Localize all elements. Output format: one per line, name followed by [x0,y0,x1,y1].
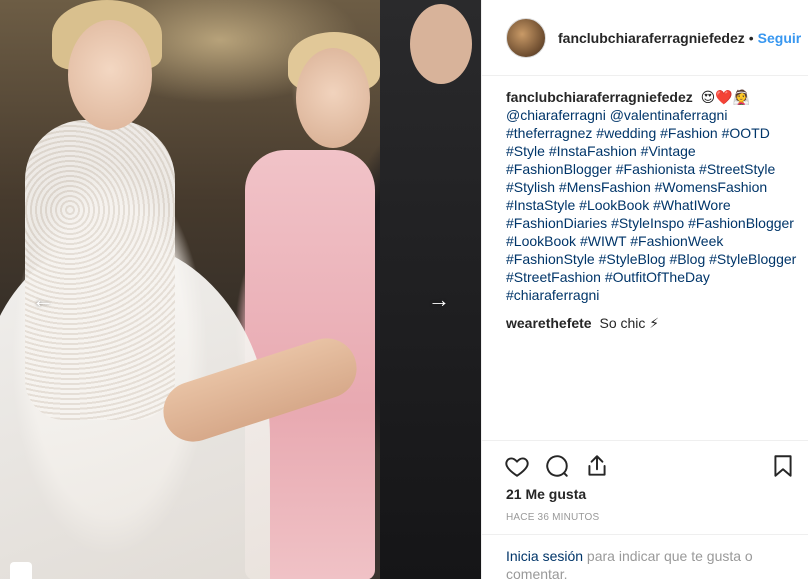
post-timestamp[interactable]: HACE 36 MINUTOS [506,512,599,523]
hashtag-link[interactable]: #WomensFashion [655,179,768,195]
hashtag-link[interactable]: #chiaraferragni [506,287,599,303]
hashtag-link[interactable]: #Style [506,143,545,159]
follow-button[interactable]: Seguir [758,30,802,46]
hashtag-link[interactable]: #InstaFashion [549,143,637,159]
photo-face [68,20,152,130]
comment-author[interactable]: wearethefete [506,315,592,331]
post-photo[interactable]: ← → [0,0,481,579]
post-sidebar: fanclubchiaraferragniefedez • Seguir fan… [481,0,808,582]
hashtag-link[interactable]: #StreetStyle [699,161,775,177]
hashtag-link[interactable]: #FashionBlogger [506,161,612,177]
hashtag-link[interactable]: #Blog [669,251,705,267]
post-header: fanclubchiaraferragniefedez • Seguir [482,0,808,76]
hashtag-link[interactable]: #WhatIWore [653,197,731,213]
hashtag-link[interactable]: #wedding [596,125,656,141]
header-username[interactable]: fanclubchiaraferragniefedez [558,30,745,46]
bookmark-icon[interactable] [770,453,796,479]
comment-item: wearethefete So chic ⚡ [506,314,798,332]
login-link[interactable]: Inicia sesión [506,548,583,564]
action-bar [482,440,808,488]
caption-author[interactable]: fanclubchiaraferragniefedez [506,89,693,105]
avatar[interactable] [506,17,546,58]
caption-emoji: 😍❤️👰 [700,89,751,105]
photo-figure-man-face [410,4,472,84]
share-icon[interactable] [584,453,610,479]
caption-hashtags: #theferragnez #wedding #Fashion #OOTD #S… [506,125,796,303]
hashtag-link[interactable]: #StyleBlogger [709,251,796,267]
hashtag-link[interactable]: #WIWT [580,233,626,249]
hashtag-link[interactable]: #Vintage [641,143,696,159]
chevron-right-icon[interactable]: → [424,284,454,316]
likes-count[interactable]: 21 Me gusta [506,486,586,502]
photo-lace-top [25,120,175,420]
separator-dot: • [748,29,754,46]
hashtag-link[interactable]: #Fashion [660,125,718,141]
hashtag-link[interactable]: #FashionStyle [506,251,595,267]
hashtag-link[interactable]: #StyleInspo [611,215,684,231]
hashtag-link[interactable]: #LookBook [506,233,576,249]
heart-icon[interactable] [504,453,530,479]
chevron-left-icon[interactable]: ← [28,284,58,316]
hashtag-link[interactable]: #OutfitOfTheDay [605,269,710,285]
photo-face [296,48,370,148]
mention-link[interactable]: @valentinaferragni [610,107,728,123]
hashtag-link[interactable]: #StreetFashion [506,269,601,285]
instagram-post: ← → fanclubchiaraferragniefedez • Seguir… [0,0,808,582]
comment-text: So chic ⚡ [599,315,660,331]
post-caption: fanclubchiaraferragniefedez 😍❤️👰 @chiara… [506,88,798,304]
hashtag-link[interactable]: #theferragnez [506,125,592,141]
hashtag-link[interactable]: #FashionWeek [630,233,723,249]
tag-user-icon[interactable] [10,562,32,579]
hashtag-link[interactable]: #FashionBlogger [688,215,794,231]
mention-link[interactable]: @chiaraferragni [506,107,606,123]
hashtag-link[interactable]: #LookBook [579,197,649,213]
login-prompt: Inicia sesión para indicar que te gusta … [482,534,808,582]
hashtag-link[interactable]: #StyleBlog [599,251,666,267]
hashtag-link[interactable]: #MensFashion [559,179,651,195]
hashtag-link[interactable]: #FashionDiaries [506,215,607,231]
comment-bubble-icon[interactable] [544,453,570,479]
hashtag-link[interactable]: #Fashionista [616,161,695,177]
hashtag-link[interactable]: #Stylish [506,179,555,195]
hashtag-link[interactable]: #OOTD [722,125,770,141]
hashtag-link[interactable]: #InstaStyle [506,197,575,213]
caption-mentions: @chiaraferragni @valentinaferragni [506,107,727,123]
comments-section: fanclubchiaraferragniefedez 😍❤️👰 @chiara… [506,88,798,332]
